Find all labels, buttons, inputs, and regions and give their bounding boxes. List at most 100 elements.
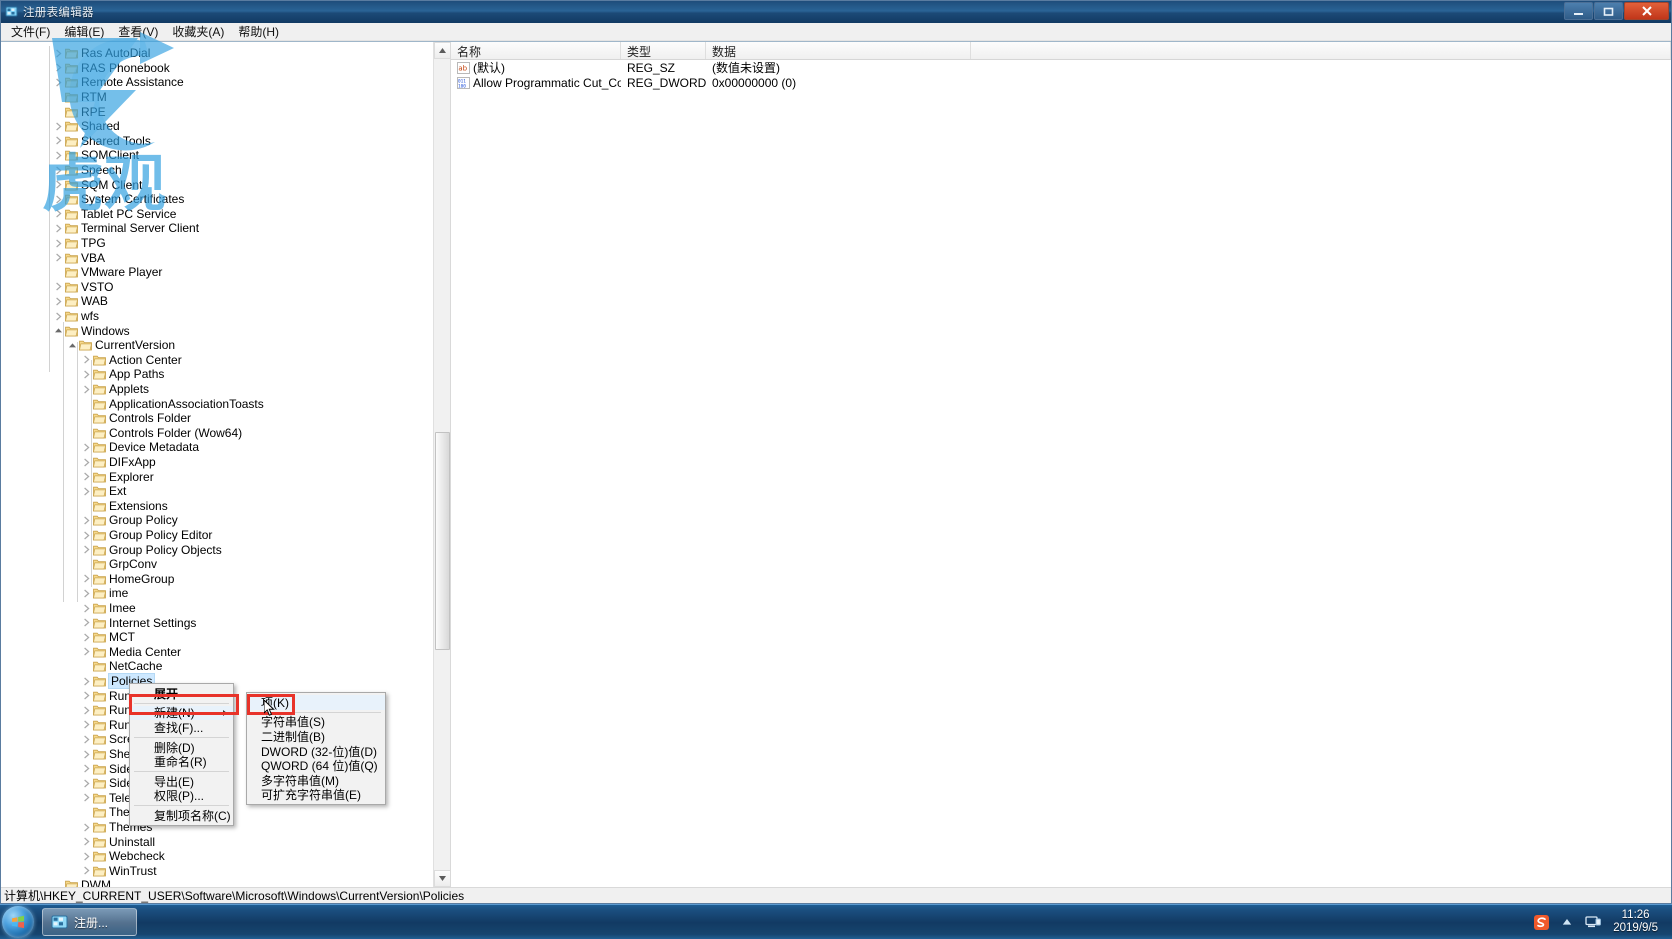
tree-item-shared-tools[interactable]: Shared Tools [1, 134, 151, 149]
tree-item-webcheck[interactable]: Webcheck [1, 849, 165, 864]
tree-scroll-thumb[interactable] [435, 432, 450, 650]
tree-item-dwm[interactable]: DWM [1, 878, 111, 887]
tree-item-internet-settings[interactable]: Internet Settings [1, 615, 196, 630]
chevron-right-icon[interactable] [81, 632, 92, 643]
tree-item-rpe[interactable]: RPE [1, 104, 106, 119]
menu-favorites[interactable]: 收藏夹(A) [165, 22, 231, 41]
menu-edit[interactable]: 编辑(E) [57, 22, 111, 41]
scroll-up-arrow[interactable] [434, 42, 450, 59]
chevron-right-icon[interactable] [81, 778, 92, 789]
submenu-item-3[interactable]: DWORD (32-位)值(D) [247, 744, 385, 759]
menu-file[interactable]: 文件(F) [4, 22, 57, 41]
chevron-right-icon[interactable] [81, 705, 92, 716]
tree-item-remote-assistance[interactable]: Remote Assistance [1, 75, 184, 90]
tree-item-extensions[interactable]: Extensions [1, 499, 168, 514]
sogou-input-icon[interactable] [1533, 914, 1549, 930]
menu-item-6[interactable]: 权限(P)... [130, 789, 233, 803]
chevron-right-icon[interactable] [53, 48, 64, 59]
submenu-item-6[interactable]: 可扩充字符串值(E) [247, 788, 385, 802]
tree-item-group-policy-objects[interactable]: Group Policy Objects [1, 542, 222, 557]
tree-item-tpg[interactable]: TPG [1, 236, 106, 251]
chevron-right-icon[interactable] [53, 223, 64, 234]
tree-item-grpconv[interactable]: GrpConv [1, 557, 157, 572]
tree-item-netcache[interactable]: NetCache [1, 659, 162, 674]
tree-item-currentversion[interactable]: CurrentVersion [1, 338, 175, 353]
tree-item-rtm[interactable]: RTM [1, 90, 107, 105]
tree-item-ras-autodial[interactable]: Ras AutoDial [1, 46, 150, 61]
chevron-right-icon[interactable] [81, 588, 92, 599]
tree-item-group-policy-editor[interactable]: Group Policy Editor [1, 528, 212, 543]
column-header-name[interactable]: 名称 [451, 42, 621, 59]
tree-item-applicationassociationtoasts[interactable]: ApplicationAssociationToasts [1, 396, 264, 411]
tree-item-media-center[interactable]: Media Center [1, 645, 181, 660]
tree-item-wab[interactable]: WAB [1, 294, 108, 309]
tree-item-applets[interactable]: Applets [1, 382, 149, 397]
menu-item-4[interactable]: 重命名(R) [130, 754, 233, 769]
chevron-right-icon[interactable] [81, 865, 92, 876]
chevron-right-icon[interactable] [81, 676, 92, 687]
tree-item-sqm-client[interactable]: SQM Client [1, 177, 142, 192]
tree-item-difxapp[interactable]: DIFxApp [1, 455, 156, 470]
clock[interactable]: 11:26 2019/9/5 [1611, 909, 1664, 935]
tree-item-tablet-pc-service[interactable]: Tablet PC Service [1, 207, 176, 222]
submenu-item-5[interactable]: 多字符串值(M) [247, 773, 385, 788]
tree-item-group-policy[interactable]: Group Policy [1, 513, 178, 528]
value-list[interactable]: ab (默认) REG_SZ (数值未设置) 011 100 Allow Programma… [451, 60, 1671, 90]
menu-help[interactable]: 帮助(H) [231, 22, 286, 41]
submenu-item-4[interactable]: QWORD (64 位)值(Q) [247, 758, 385, 773]
column-header-data[interactable]: 数据 [706, 42, 971, 59]
chevron-right-icon[interactable] [81, 836, 92, 847]
value-row[interactable]: 011 100 Allow Programmatic Cut_Co... REG_DW… [451, 75, 1671, 90]
tree-item-run[interactable]: Run [1, 688, 131, 703]
tree-item-speech[interactable]: Speech [1, 163, 122, 178]
taskbar-item-registry-editor[interactable]: 注册... [42, 908, 137, 936]
menu-item-1[interactable]: 新建(N) [130, 705, 233, 720]
registry-value-pane[interactable]: 名称 类型 数据 ab (默认) REG_SZ (数值未设置) 011 100 Allow … [451, 42, 1671, 887]
chevron-right-icon[interactable] [81, 646, 92, 657]
tree-item-sqmclient[interactable]: SQMClient [1, 148, 139, 163]
tree-item-controls-folder-wow64[interactable]: Controls Folder (Wow64) [1, 426, 242, 441]
chevron-right-icon[interactable] [53, 179, 64, 190]
tree-item-device-metadata[interactable]: Device Metadata [1, 440, 199, 455]
tree-item-wintrust[interactable]: WinTrust [1, 864, 157, 879]
chevron-right-icon[interactable] [81, 822, 92, 833]
tree-item-wfs[interactable]: wfs [1, 309, 99, 324]
chevron-right-icon[interactable] [81, 763, 92, 774]
tree-item-homegroup[interactable]: HomeGroup [1, 572, 174, 587]
chevron-right-icon[interactable] [53, 296, 64, 307]
chevron-right-icon[interactable] [81, 851, 92, 862]
close-button[interactable] [1624, 2, 1669, 20]
tree-item-run[interactable]: Run [1, 718, 131, 733]
tree-vertical-scrollbar[interactable] [433, 42, 450, 887]
chevron-right-icon[interactable] [81, 690, 92, 701]
column-header-type[interactable]: 类型 [621, 42, 706, 59]
tree-item-mct[interactable]: MCT [1, 630, 135, 645]
chevron-right-icon[interactable] [53, 165, 64, 176]
chevron-right-icon[interactable] [81, 792, 92, 803]
chevron-right-icon[interactable] [53, 62, 64, 73]
chevron-right-icon[interactable] [53, 252, 64, 263]
tree-item-system-certificates[interactable]: System Certificates [1, 192, 184, 207]
tree-item-windows[interactable]: Windows [1, 323, 130, 338]
chevron-right-icon[interactable] [53, 77, 64, 88]
chevron-right-icon[interactable] [81, 749, 92, 760]
submenu-item-2[interactable]: 二进制值(B) [247, 729, 385, 744]
start-button[interactable] [2, 906, 34, 938]
chevron-right-icon[interactable] [53, 135, 64, 146]
tree-item-sidebar[interactable]: Sidebar [1, 761, 150, 776]
tree-item-vba[interactable]: VBA [1, 250, 105, 265]
tree-item-imee[interactable]: Imee [1, 601, 136, 616]
tree-item-uninstall[interactable]: Uninstall [1, 834, 155, 849]
chevron-right-icon[interactable] [53, 194, 64, 205]
menu-view[interactable]: 查看(V) [111, 22, 165, 41]
chevron-right-icon[interactable] [53, 121, 64, 132]
scroll-down-arrow[interactable] [434, 870, 450, 887]
chevron-right-icon[interactable] [81, 603, 92, 614]
restore-button[interactable] [1594, 2, 1623, 20]
menu-item-0[interactable]: 展开 [130, 686, 233, 701]
menu-item-3[interactable]: 删除(D) [130, 740, 233, 755]
tree-item-app-paths[interactable]: App Paths [1, 367, 164, 382]
tree-item-controls-folder[interactable]: Controls Folder [1, 411, 191, 426]
tree-item-ras-phonebook[interactable]: RAS Phonebook [1, 61, 170, 76]
tree-item-ime[interactable]: ime [1, 586, 128, 601]
